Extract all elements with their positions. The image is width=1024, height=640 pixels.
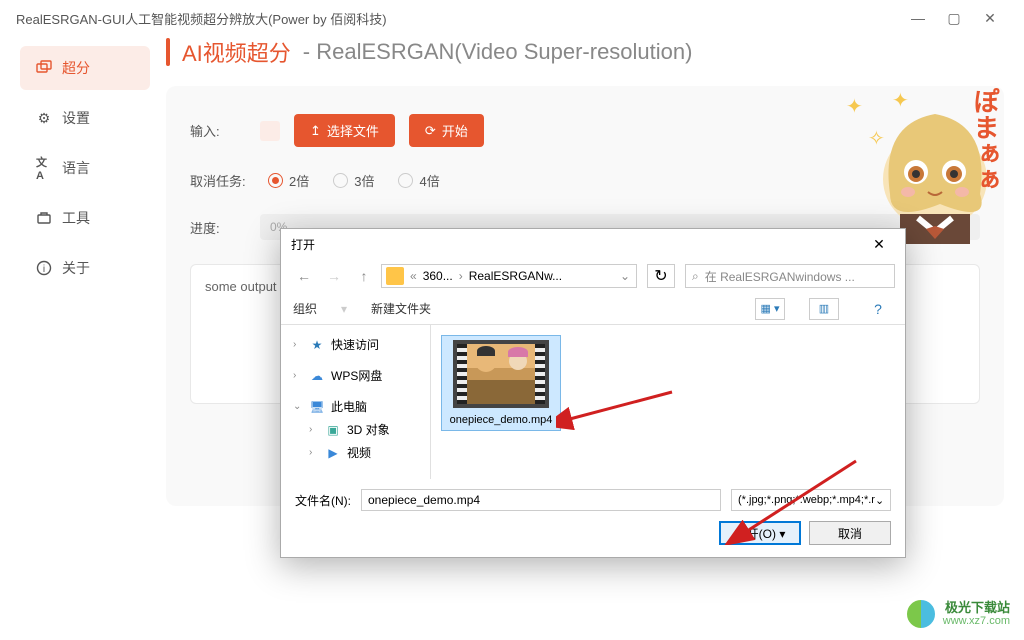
upscale-icon bbox=[36, 60, 52, 76]
radio-icon bbox=[333, 173, 348, 188]
file-name: onepiece_demo.mp4 bbox=[450, 414, 553, 426]
dialog-cancel-button[interactable]: 取消 bbox=[809, 521, 891, 545]
cloud-icon: ☁ bbox=[309, 368, 325, 384]
sidebar: 超分 ⚙ 设置 文A 语言 工具 i 关于 bbox=[20, 36, 150, 620]
mascot-text: ぽまぁぁ bbox=[967, 88, 1004, 192]
page-header: AI视频超分 - RealESRGAN(Video Super-resoluti… bbox=[166, 36, 1004, 68]
sidebar-item-label: 语言 bbox=[62, 158, 90, 178]
help-button[interactable]: ? bbox=[863, 298, 893, 320]
file-item-onepiece[interactable]: onepiece_demo.mp4 bbox=[441, 335, 561, 431]
input-label: 输入: bbox=[190, 121, 246, 140]
video-icon: ▶ bbox=[325, 445, 341, 461]
sidebar-item-label: 工具 bbox=[62, 208, 90, 228]
progress-label: 进度: bbox=[190, 218, 246, 237]
file-list: onepiece_demo.mp4 bbox=[431, 325, 905, 479]
upload-icon: ↥ bbox=[310, 123, 321, 139]
nav-forward-button[interactable]: → bbox=[321, 264, 347, 288]
dialog-close-button[interactable]: ✕ bbox=[863, 232, 895, 256]
chevron-down-icon: ⌄ bbox=[875, 494, 884, 507]
filename-label: 文件名(N): bbox=[295, 492, 351, 509]
scale-option-4x[interactable]: 4倍 bbox=[398, 171, 439, 190]
scale-radio-group: 2倍 3倍 4倍 bbox=[268, 171, 440, 190]
dialog-title-text: 打开 bbox=[291, 236, 315, 253]
tree-item-3d-objects[interactable]: ›▣ 3D 对象 bbox=[285, 418, 426, 441]
maximize-button[interactable]: ▢ bbox=[936, 0, 972, 36]
close-button[interactable]: ✕ bbox=[972, 0, 1008, 36]
sidebar-item-about[interactable]: i 关于 bbox=[20, 246, 150, 290]
scale-option-2x[interactable]: 2倍 bbox=[268, 171, 309, 190]
star-icon: ★ bbox=[309, 337, 325, 353]
titlebar: RealESRGAN-GUI人工智能视频超分辨放大(Power by 佰阅科技)… bbox=[0, 0, 1024, 36]
refresh-button[interactable]: ↻ bbox=[647, 264, 675, 288]
file-open-dialog: 打开 ✕ ← → ↑ « 360... › RealESRGANw... ⌄ ↻… bbox=[280, 228, 906, 558]
search-input[interactable]: ⌕ 在 RealESRGANwindows ... bbox=[685, 264, 895, 288]
folder-tree: ›★ 快速访问 ›☁ WPS网盘 ⌄🖥 此电脑 ›▣ 3D 对象 ›▶ 视频 bbox=[281, 325, 431, 479]
accent-bar bbox=[166, 38, 170, 66]
cube-icon: ▣ bbox=[325, 422, 341, 438]
sidebar-item-settings[interactable]: ⚙ 设置 bbox=[20, 96, 150, 140]
radio-icon bbox=[268, 173, 283, 188]
sidebar-item-tools[interactable]: 工具 bbox=[20, 196, 150, 240]
sidebar-item-label: 关于 bbox=[62, 258, 90, 278]
sidebar-item-language[interactable]: 文A 语言 bbox=[20, 146, 150, 190]
dialog-titlebar: 打开 ✕ bbox=[281, 229, 905, 259]
nav-back-button[interactable]: ← bbox=[291, 264, 317, 288]
radio-icon bbox=[398, 173, 413, 188]
tree-item-this-pc[interactable]: ⌄🖥 此电脑 bbox=[285, 395, 426, 418]
mascot-image: ✦ ✧ ✦ ぽまぁぁ bbox=[840, 84, 1010, 244]
cancel-label: 取消任务: bbox=[190, 171, 254, 190]
gear-icon: ⚙ bbox=[36, 110, 52, 126]
start-button[interactable]: ⟳ 开始 bbox=[409, 114, 484, 147]
sidebar-item-label: 设置 bbox=[62, 108, 90, 128]
preview-pane-button[interactable]: ▥ bbox=[809, 298, 839, 320]
watermark-name: 极光下载站 bbox=[943, 600, 1010, 616]
svg-text:i: i bbox=[43, 264, 45, 275]
dialog-toolbar: 组织 ▾ 新建文件夹 ▦ ▾ ▥ ? bbox=[281, 293, 905, 325]
watermark: 极光下载站 www.xz7.com bbox=[905, 598, 1010, 630]
sidebar-item-upscale[interactable]: 超分 bbox=[20, 46, 150, 90]
new-folder-button[interactable]: 新建文件夹 bbox=[371, 300, 431, 317]
dialog-footer: 文件名(N): (*.jpg;*.png;*.webp;*.mp4;*.r ⌄ bbox=[281, 479, 905, 521]
tree-item-quick-access[interactable]: ›★ 快速访问 bbox=[285, 333, 426, 356]
language-icon: 文A bbox=[36, 160, 52, 176]
search-icon: ⌕ bbox=[692, 269, 699, 284]
page-subtitle: - RealESRGAN(Video Super-resolution) bbox=[303, 39, 693, 65]
organize-button[interactable]: 组织 bbox=[293, 300, 317, 317]
video-thumbnail bbox=[453, 340, 549, 408]
filename-input[interactable] bbox=[361, 489, 721, 511]
reload-icon: ⟳ bbox=[425, 123, 436, 139]
folder-icon bbox=[386, 267, 404, 285]
tree-item-videos[interactable]: ›▶ 视频 bbox=[285, 441, 426, 464]
page-title: AI视频超分 bbox=[182, 36, 291, 68]
select-file-button[interactable]: ↥ 选择文件 bbox=[294, 114, 395, 147]
dialog-open-button[interactable]: 打开(O) ▾ bbox=[719, 521, 801, 545]
nav-up-button[interactable]: ↑ bbox=[351, 264, 377, 288]
file-type-filter[interactable]: (*.jpg;*.png;*.webp;*.mp4;*.r ⌄ bbox=[731, 489, 891, 511]
sidebar-item-label: 超分 bbox=[62, 58, 90, 78]
minimize-button[interactable]: — bbox=[900, 0, 936, 36]
dialog-nav: ← → ↑ « 360... › RealESRGANw... ⌄ ↻ ⌕ 在 … bbox=[281, 259, 905, 293]
chevron-down-icon[interactable]: ⌄ bbox=[618, 269, 632, 283]
view-mode-button[interactable]: ▦ ▾ bbox=[755, 298, 785, 320]
pc-icon: 🖥 bbox=[309, 399, 325, 415]
window-title: RealESRGAN-GUI人工智能视频超分辨放大(Power by 佰阅科技) bbox=[16, 9, 387, 28]
toolbox-icon bbox=[36, 210, 52, 226]
scale-option-3x[interactable]: 3倍 bbox=[333, 171, 374, 190]
watermark-logo bbox=[905, 598, 937, 630]
tree-item-wps[interactable]: ›☁ WPS网盘 bbox=[285, 364, 426, 387]
breadcrumb[interactable]: « 360... › RealESRGANw... ⌄ bbox=[381, 264, 637, 288]
watermark-url: www.xz7.com bbox=[943, 615, 1010, 628]
input-indicator bbox=[260, 121, 280, 141]
info-icon: i bbox=[36, 260, 52, 276]
